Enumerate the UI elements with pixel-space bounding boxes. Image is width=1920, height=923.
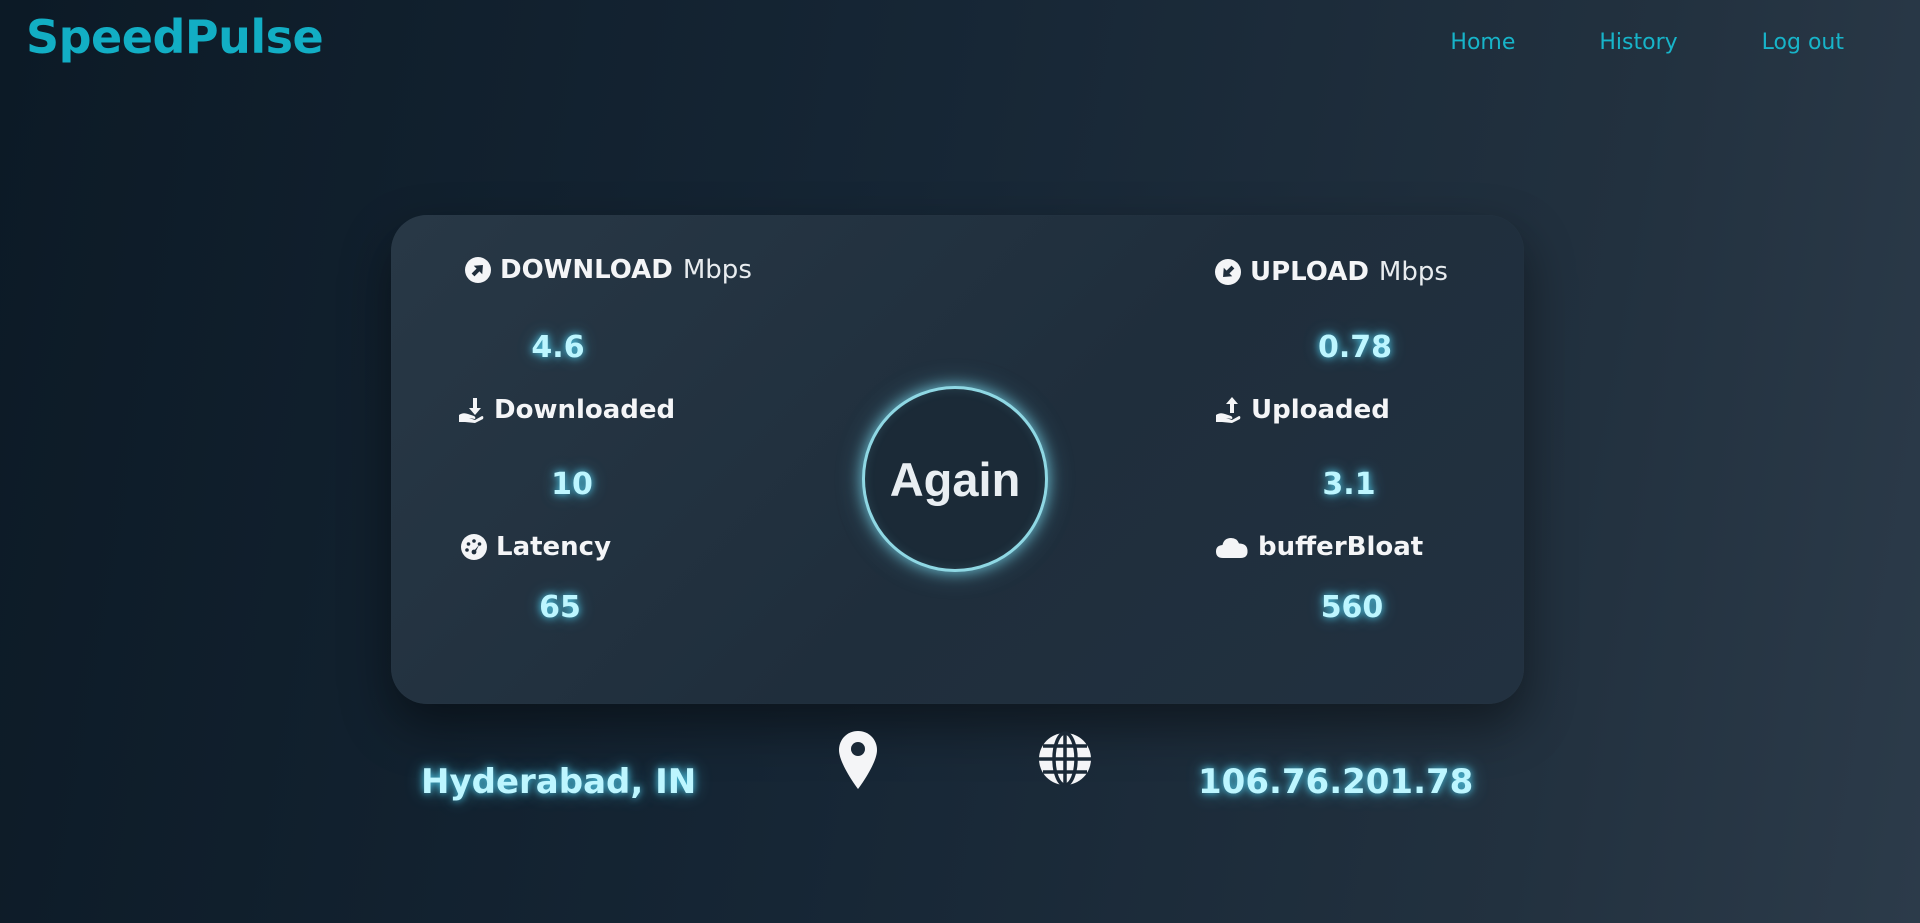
- bufferbloat-header: bufferBloat: [1214, 532, 1423, 562]
- nav-home-link[interactable]: Home: [1450, 30, 1515, 55]
- ip-address-text: 106.76.201.78: [1198, 762, 1474, 802]
- hand-down-icon: [456, 395, 486, 425]
- download-unit: Mbps: [682, 255, 752, 285]
- nav-history-link[interactable]: History: [1599, 30, 1677, 55]
- latency-label: Latency: [496, 532, 612, 562]
- uploaded-label: Uploaded: [1251, 395, 1390, 425]
- gauge-icon: [460, 533, 488, 561]
- hand-up-icon: [1213, 395, 1243, 425]
- top-nav: Home History Log out: [1366, 30, 1844, 55]
- downloaded-value: 10: [551, 467, 593, 502]
- bufferbloat-value: 560: [1320, 590, 1384, 625]
- upload-value: 0.78: [1317, 330, 1393, 365]
- run-again-button[interactable]: Again: [862, 386, 1048, 572]
- app-logo: SpeedPulse: [26, 10, 324, 64]
- upload-label: UPLOAD: [1250, 257, 1369, 287]
- uploaded-header: Uploaded: [1213, 395, 1390, 425]
- upload-unit: Mbps: [1378, 257, 1448, 287]
- downloaded-label: Downloaded: [494, 395, 676, 425]
- globe-icon: [1037, 728, 1093, 794]
- latency-value: 65: [539, 590, 581, 625]
- latency-header: Latency: [460, 532, 611, 562]
- download-arrow-icon: [464, 256, 492, 284]
- download-value: 4.6: [531, 330, 585, 365]
- upload-header: UPLOAD Mbps: [1214, 257, 1448, 287]
- upload-arrow-icon: [1214, 258, 1242, 286]
- uploaded-value: 3.1: [1322, 467, 1376, 502]
- downloaded-header: Downloaded: [456, 395, 675, 425]
- download-header: DOWNLOAD Mbps: [464, 255, 752, 285]
- cloud-icon: [1214, 533, 1250, 561]
- bufferbloat-label: bufferBloat: [1258, 532, 1424, 562]
- nav-logout-link[interactable]: Log out: [1762, 30, 1844, 55]
- download-label: DOWNLOAD: [500, 255, 673, 285]
- location-text: Hyderabad, IN: [421, 762, 697, 802]
- run-again-label: Again: [889, 452, 1021, 506]
- location-pin-icon: [837, 729, 879, 795]
